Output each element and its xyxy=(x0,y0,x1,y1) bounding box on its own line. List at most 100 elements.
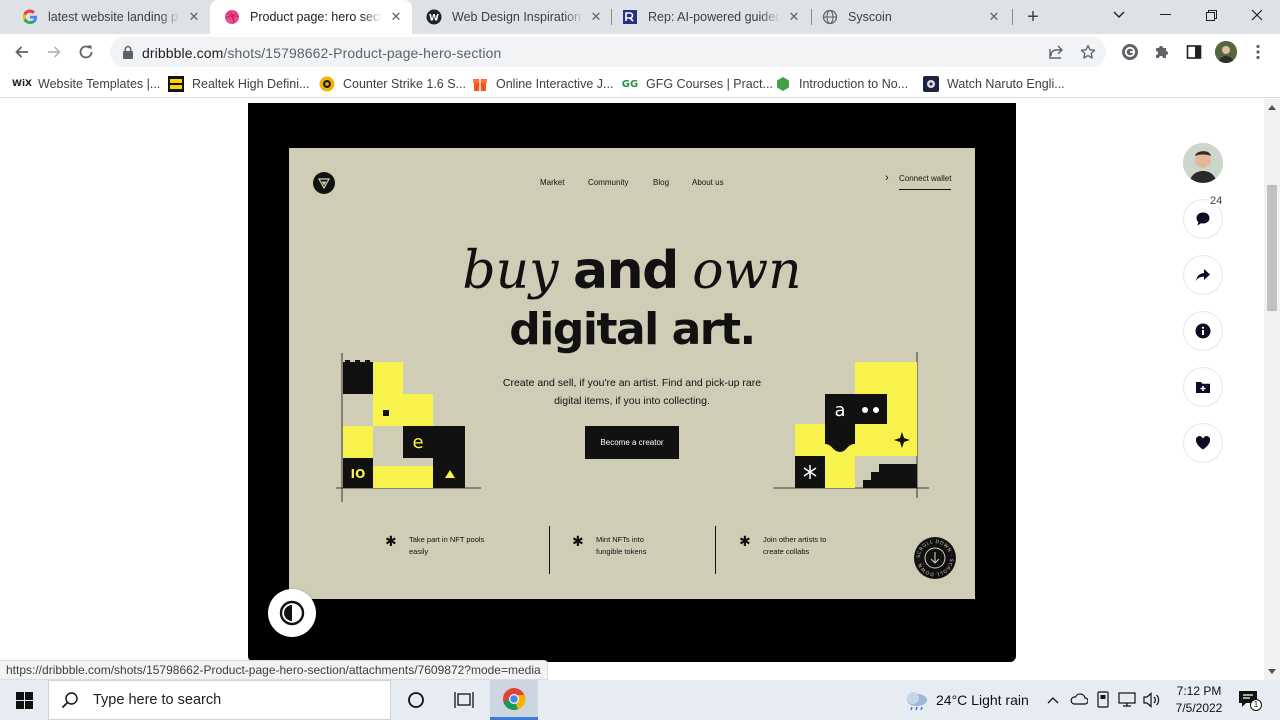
close-window-button[interactable] xyxy=(1234,0,1280,30)
contrast-toggle-button[interactable] xyxy=(268,589,316,637)
save-to-collection-button[interactable] xyxy=(1183,367,1223,407)
interactive-icon xyxy=(472,76,488,92)
feature-text: Mint NFTs into fungible tokens xyxy=(596,535,647,556)
back-button[interactable] xyxy=(8,38,36,66)
tab-title: Syscoin xyxy=(848,10,892,24)
scrollbar-thumb[interactable] xyxy=(1267,185,1277,311)
address-bar[interactable]: dribbble.com/shots/15798662-Product-page… xyxy=(110,37,1106,67)
tab-title: Product page: hero sectio xyxy=(250,10,382,24)
volume-icon[interactable] xyxy=(1142,692,1160,711)
onedrive-cloud-icon[interactable] xyxy=(1070,692,1089,709)
headline-word-and: and xyxy=(573,241,679,301)
heart-icon xyxy=(1195,436,1211,450)
close-tab-icon[interactable]: ✕ xyxy=(986,9,1002,25)
bookmark-item[interactable]: Realtek High Defini... xyxy=(168,75,309,93)
shot-image[interactable]: Market Community Blog About us › Connect… xyxy=(289,148,975,599)
info-icon xyxy=(1195,323,1211,339)
shot-details-button[interactable] xyxy=(1183,311,1223,351)
bookmark-label: Counter Strike 1.6 S... xyxy=(343,77,466,91)
shot-feature: ✱ Join other artists to create collabs xyxy=(739,533,835,558)
naruto-icon xyxy=(923,76,939,92)
url-host: dribbble.com xyxy=(142,45,224,61)
bookmark-label: Watch Naruto Engli... xyxy=(947,77,1065,91)
windows-taskbar: Type here to search 24°C Light rain 7:12… xyxy=(0,680,1280,720)
taskbar-clock[interactable]: 7:12 PM 7/5/2022 xyxy=(1166,683,1232,717)
dribbble-icon xyxy=(224,9,240,25)
tab-title: Rep: AI-powered guided s xyxy=(648,10,780,24)
left-block-letter-io: IO xyxy=(351,467,366,481)
weather-icon[interactable] xyxy=(904,690,930,715)
headline-word-buy: buy xyxy=(462,241,559,301)
tray-overflow-chevron-icon[interactable] xyxy=(1047,693,1059,707)
extensions-puzzle-icon[interactable] xyxy=(1153,43,1171,61)
tab-web-design-inspiration[interactable]: W Web Design Inspiration : 1 ✕ xyxy=(412,0,612,34)
like-button[interactable] xyxy=(1183,423,1223,463)
close-tab-icon[interactable]: ✕ xyxy=(388,9,404,25)
chrome-menu-icon[interactable] xyxy=(1249,43,1267,61)
headline-word-own: own xyxy=(692,241,802,301)
lock-icon[interactable] xyxy=(122,45,134,59)
share-icon[interactable] xyxy=(1048,44,1064,60)
device-icon[interactable] xyxy=(1096,691,1110,711)
side-panel-icon[interactable] xyxy=(1185,43,1203,61)
feature-divider xyxy=(549,526,550,574)
tab-syscoin[interactable]: Syscoin ✕ xyxy=(808,0,1010,34)
reload-button[interactable] xyxy=(72,38,100,66)
tab-search-chevron-icon[interactable] xyxy=(1096,0,1142,30)
notification-center-button[interactable]: 1 xyxy=(1238,690,1262,712)
profile-avatar[interactable] xyxy=(1215,41,1237,63)
forward-button[interactable] xyxy=(40,38,68,66)
scroll-up-arrow[interactable] xyxy=(1268,105,1276,110)
tab-google-search[interactable]: latest website landing pag ✕ xyxy=(8,0,210,34)
tab-rep-ai[interactable]: Rep: AI-powered guided s ✕ xyxy=(608,0,810,34)
web-inspiration-icon: W xyxy=(426,9,442,25)
bookmark-label: Online Interactive J... xyxy=(496,77,614,91)
weather-text[interactable]: 24°C Light rain xyxy=(936,692,1029,708)
bookmarks-bar: WiX Website Templates |... Realtek High … xyxy=(0,70,1280,98)
close-tab-icon[interactable]: ✕ xyxy=(186,9,202,25)
bookmark-item[interactable]: Introduction to No... xyxy=(775,75,908,93)
close-tab-icon[interactable]: ✕ xyxy=(588,9,604,25)
shot-nav-community: Community xyxy=(588,178,629,187)
left-block-illustration: e IO xyxy=(336,353,481,502)
url-text[interactable]: dribbble.com/shots/15798662-Product-page… xyxy=(142,45,501,61)
close-tab-icon[interactable]: ✕ xyxy=(786,9,802,25)
bookmark-item[interactable]: GG GFG Courses | Pract... xyxy=(622,75,773,93)
new-tab-button[interactable]: + xyxy=(1023,6,1043,28)
feature-text: Take part in NFT pools easily xyxy=(409,535,485,556)
taskbar-search-box[interactable]: Type here to search xyxy=(48,680,391,720)
right-block-letter-a: a xyxy=(834,400,845,421)
bookmark-label: Realtek High Defini... xyxy=(192,77,310,91)
restore-button[interactable] xyxy=(1188,0,1234,30)
bookmark-item[interactable]: Online Interactive J... xyxy=(472,75,613,93)
cortana-circle-icon xyxy=(408,692,424,708)
bookmark-item[interactable]: Watch Naruto Engli... xyxy=(923,75,1065,93)
bookmark-label: Introduction to No... xyxy=(799,77,909,91)
bookmark-star-icon[interactable] xyxy=(1080,44,1096,60)
bookmark-item[interactable]: Counter Strike 1.6 S... xyxy=(319,75,466,93)
feature-divider xyxy=(715,526,716,574)
browser-toolbar: dribbble.com/shots/15798662-Product-page… xyxy=(0,34,1280,70)
clock-date: 7/5/2022 xyxy=(1175,701,1223,715)
chrome-taskbar-button[interactable] xyxy=(490,680,538,720)
shot-logo-icon xyxy=(313,172,335,194)
vertical-scrollbar[interactable] xyxy=(1264,99,1280,680)
clock-time: 7:12 PM xyxy=(1176,684,1222,698)
search-icon xyxy=(61,692,78,709)
network-icon[interactable] xyxy=(1118,692,1136,710)
grammarly-extension-icon[interactable] xyxy=(1121,43,1139,61)
share-shot-button[interactable] xyxy=(1183,255,1223,295)
minimize-button[interactable] xyxy=(1142,0,1188,30)
bookmark-item[interactable]: WiX Website Templates |... xyxy=(12,75,160,93)
designer-avatar[interactable] xyxy=(1183,143,1223,183)
cortana-button[interactable] xyxy=(392,680,440,720)
rep-icon xyxy=(622,9,638,25)
notification-count-badge: 1 xyxy=(1250,699,1262,711)
shot-nav-about: About us xyxy=(692,178,724,187)
scroll-down-arrow[interactable] xyxy=(1268,669,1276,674)
start-button[interactable] xyxy=(0,680,48,720)
task-view-button[interactable] xyxy=(440,680,488,720)
tab-dribbble-active[interactable]: Product page: hero sectio ✕ xyxy=(210,0,412,34)
bookmark-label: GFG Courses | Pract... xyxy=(646,77,773,91)
realtek-icon xyxy=(168,76,184,92)
